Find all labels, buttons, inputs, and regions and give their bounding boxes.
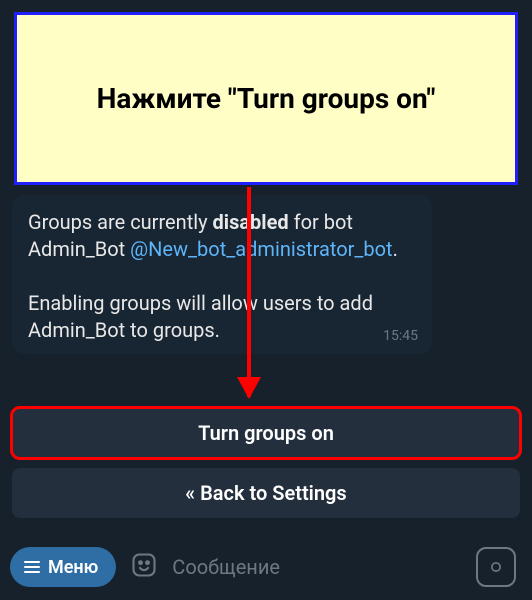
instruction-callout: Нажмите "Turn groups on" <box>14 12 518 185</box>
msg-text-4: Enabling groups will allow users to add … <box>28 291 373 342</box>
turn-on-label: Turn groups on <box>198 421 334 445</box>
message-input-bar: Меню Сообщение <box>10 542 522 592</box>
back-label: « Back to Settings <box>185 481 346 505</box>
camera-icon <box>486 557 506 577</box>
camera-button[interactable] <box>476 547 516 587</box>
back-to-settings-button[interactable]: « Back to Settings <box>12 468 520 518</box>
hamburger-icon <box>24 561 40 573</box>
turn-groups-on-button[interactable]: Turn groups on <box>12 408 520 458</box>
sticker-icon[interactable] <box>130 551 158 583</box>
message-input[interactable]: Сообщение <box>172 555 462 579</box>
msg-text-1: Groups are currently <box>28 210 213 234</box>
callout-arrow <box>247 187 251 397</box>
menu-button[interactable]: Меню <box>10 547 116 587</box>
bot-username-link[interactable]: @New_bot_administrator_bot <box>130 237 392 261</box>
bot-message: Groups are currently disabled for bot Ad… <box>12 195 432 354</box>
instruction-text: Нажмите "Turn groups on" <box>97 82 436 115</box>
message-time: 15:45 <box>383 327 418 346</box>
msg-text-3: . <box>393 237 398 261</box>
menu-label: Меню <box>48 557 98 578</box>
